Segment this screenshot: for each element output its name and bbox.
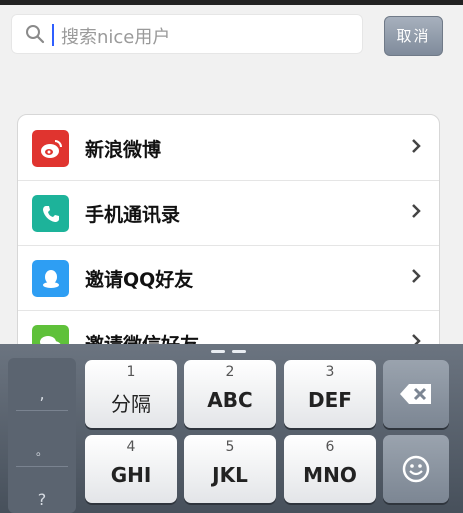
keyboard: , 。 ? 1 分隔 2 ABC 3 DEF 4 GHI 5 JKL 6 MNO xyxy=(0,344,463,513)
key-letters: JKL xyxy=(212,463,248,487)
key-number: 5 xyxy=(225,439,235,455)
search-placeholder: 搜索nice用户 xyxy=(61,27,171,48)
search-bar: 搜索nice用户 取消 xyxy=(0,0,463,66)
key-4[interactable]: 4 GHI xyxy=(85,435,177,503)
key-letters: DEF xyxy=(308,388,352,412)
key-5[interactable]: 5 JKL xyxy=(184,435,276,503)
key-letters: ABC xyxy=(207,388,253,412)
smiley-icon xyxy=(402,455,430,483)
chevron-right-icon xyxy=(412,269,421,283)
keyboard-handle[interactable] xyxy=(211,350,225,353)
divider xyxy=(16,410,68,411)
chevron-right-icon xyxy=(412,204,421,218)
key-letters: MNO xyxy=(303,463,357,487)
key-letters: 分隔 xyxy=(111,392,151,416)
key-2[interactable]: 2 ABC xyxy=(184,360,276,428)
key-3[interactable]: 3 DEF xyxy=(284,360,376,428)
delete-button[interactable] xyxy=(383,360,449,428)
symbol-key-question[interactable]: ? xyxy=(8,490,76,509)
symbol-column: , 。 ? xyxy=(8,358,76,513)
divider xyxy=(16,466,68,467)
key-number: 4 xyxy=(126,439,136,455)
list-item-label: 新浪微博 xyxy=(85,139,162,161)
qq-icon xyxy=(32,260,69,297)
key-number: 2 xyxy=(225,364,235,380)
key-number: 1 xyxy=(126,364,136,380)
chevron-right-icon xyxy=(412,139,421,153)
search-icon xyxy=(26,25,45,44)
list-item-weibo[interactable]: 新浪微博 xyxy=(18,115,439,181)
phone-icon xyxy=(32,195,69,232)
backspace-icon xyxy=(400,384,431,404)
key-number: 6 xyxy=(325,439,335,455)
cancel-button[interactable]: 取消 xyxy=(384,16,443,56)
symbol-key-comma[interactable]: , xyxy=(8,384,76,403)
list-item-label: 邀请QQ好友 xyxy=(85,269,194,291)
keyboard-handle[interactable] xyxy=(232,350,246,353)
weibo-icon xyxy=(32,130,69,167)
emoji-button[interactable] xyxy=(383,435,449,503)
symbol-key-period[interactable]: 。 xyxy=(8,442,76,459)
key-6[interactable]: 6 MNO xyxy=(284,435,376,503)
key-1[interactable]: 1 分隔 xyxy=(85,360,177,428)
key-number: 3 xyxy=(325,364,335,380)
key-letters: GHI xyxy=(110,463,152,487)
list-item-contacts[interactable]: 手机通讯录 xyxy=(18,180,439,246)
list-item-label: 手机通讯录 xyxy=(85,204,181,226)
invite-list: 新浪微博 手机通讯录 邀请QQ好友 邀请微信好友 xyxy=(17,114,440,376)
search-field[interactable]: 搜索nice用户 xyxy=(11,14,363,54)
text-cursor xyxy=(52,24,54,46)
list-item-qq[interactable]: 邀请QQ好友 xyxy=(18,245,439,311)
